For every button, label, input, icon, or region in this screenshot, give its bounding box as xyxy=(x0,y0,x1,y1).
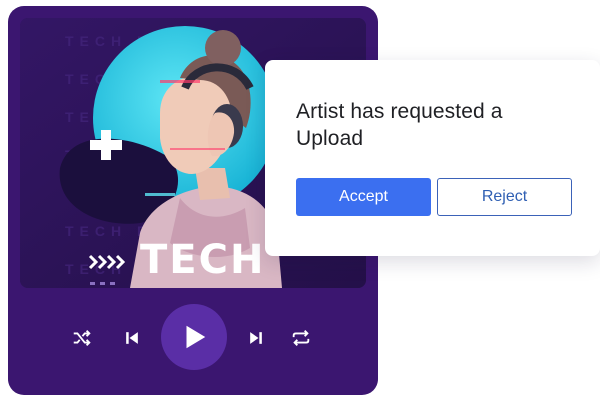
play-button[interactable] xyxy=(161,304,227,370)
next-button[interactable] xyxy=(242,324,270,352)
accept-button[interactable]: Accept xyxy=(296,178,431,216)
dialog-message: Artist has requested a Upload xyxy=(296,100,503,150)
upload-request-dialog: Artist has requested a Upload Accept Rej… xyxy=(265,60,600,256)
playback-controls xyxy=(8,298,378,378)
skip-next-icon xyxy=(250,332,262,344)
skip-previous-icon xyxy=(126,332,138,344)
shuffle-icon xyxy=(73,330,91,346)
reject-button[interactable]: Reject xyxy=(437,178,572,216)
play-icon xyxy=(186,325,206,349)
repeat-button[interactable] xyxy=(287,324,315,352)
shuffle-button[interactable] xyxy=(68,324,96,352)
album-title: TECH xyxy=(140,237,266,283)
previous-button[interactable] xyxy=(118,324,146,352)
repeat-icon xyxy=(292,330,310,346)
